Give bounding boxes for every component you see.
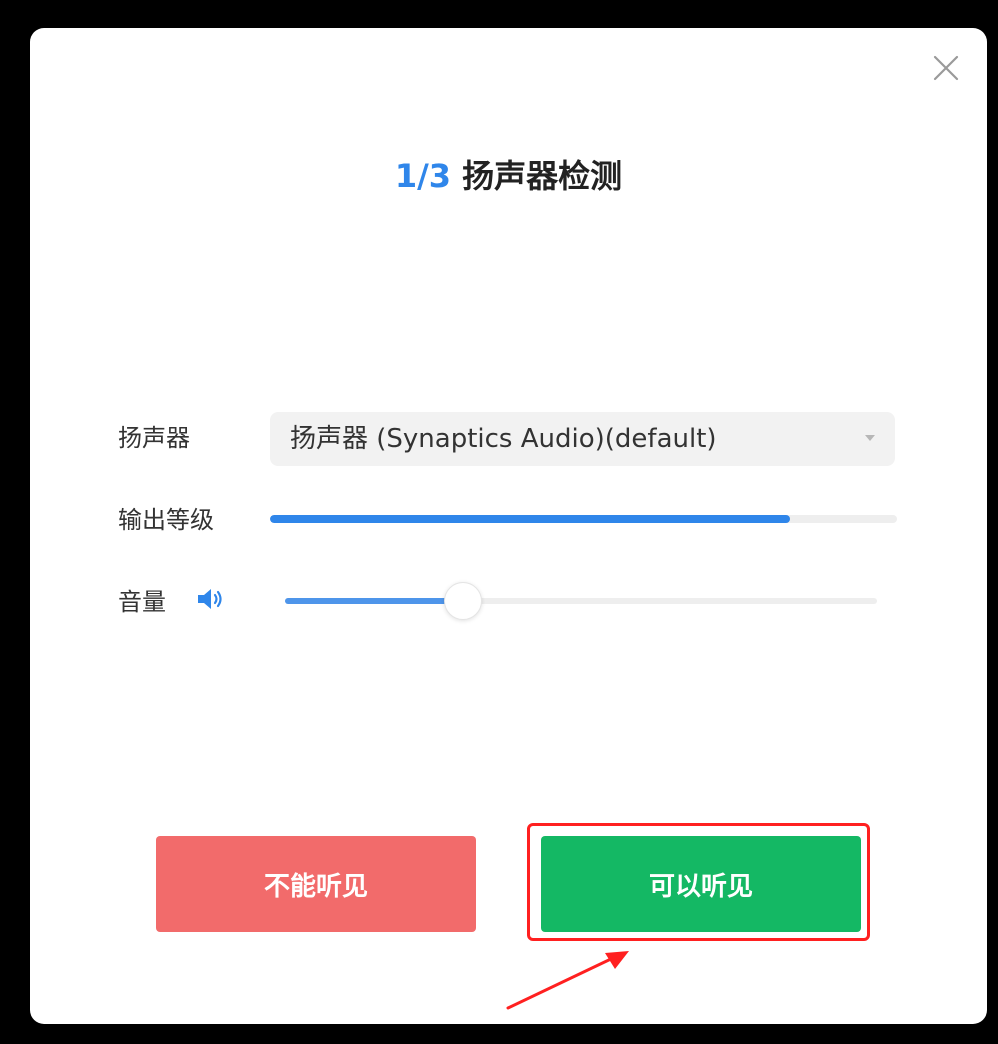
- output-level-label: 输出等级: [118, 506, 214, 534]
- speaker-select[interactable]: 扬声器 (Synaptics Audio)(default): [270, 412, 895, 466]
- dialog-title: 1/3 扬声器检测: [30, 156, 987, 196]
- close-icon[interactable]: [930, 52, 962, 84]
- step-indicator: 1/3: [394, 157, 452, 195]
- volume-fill: [285, 598, 463, 604]
- output-level-fill: [270, 515, 791, 523]
- volume-slider[interactable]: [285, 582, 877, 620]
- speaker-test-dialog: 1/3 扬声器检测 扬声器 扬声器 (Synaptics Audio)(defa…: [30, 28, 987, 1024]
- annotation-arrow-icon: [505, 943, 635, 1013]
- cannot-hear-button[interactable]: 不能听见: [156, 836, 476, 932]
- title-text: 扬声器检测: [451, 157, 623, 195]
- volume-label: 音量: [118, 588, 166, 616]
- caret-down-icon: [865, 435, 875, 441]
- volume-slider-thumb[interactable]: [443, 582, 482, 620]
- speaker-select-value: 扬声器 (Synaptics Audio)(default): [290, 424, 717, 454]
- can-hear-button[interactable]: 可以听见: [541, 836, 861, 932]
- speaker-volume-icon: [196, 586, 226, 612]
- speaker-label: 扬声器: [118, 424, 190, 452]
- output-level-meter: [270, 515, 897, 523]
